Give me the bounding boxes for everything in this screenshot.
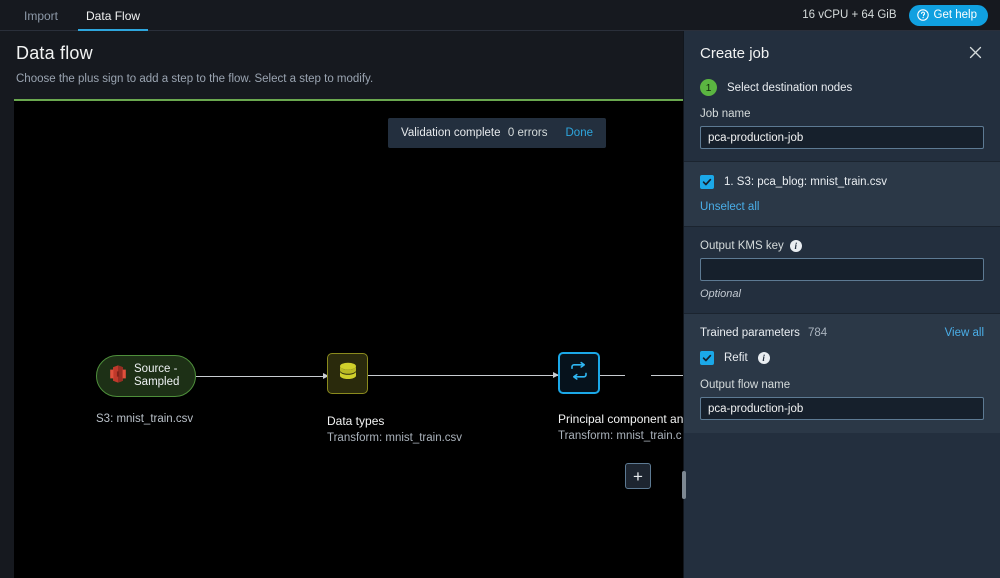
flow-node-data-types[interactable]: Data types Transform: mnist_train.csv bbox=[327, 353, 462, 444]
data-types-node-sub: Transform: mnist_train.csv bbox=[327, 432, 462, 444]
pca-node-sub: Transform: mnist_train.c bbox=[558, 430, 683, 442]
top-bar-right: 16 vCPU + 64 GiB Get help bbox=[802, 0, 1000, 30]
refit-checkbox[interactable] bbox=[700, 351, 714, 365]
job-name-label: Job name bbox=[700, 108, 984, 120]
panel-header: Create job bbox=[684, 31, 1000, 64]
database-stack-icon bbox=[337, 361, 359, 386]
tab-bar: Import Data Flow bbox=[10, 0, 154, 30]
kms-optional-note: Optional bbox=[700, 288, 984, 300]
output-flow-name-input[interactable] bbox=[700, 397, 984, 420]
page-title: Data flow bbox=[16, 43, 667, 64]
source-node-title: Source - Sampled bbox=[134, 363, 179, 390]
source-node-caption: S3: mnist_train.csv bbox=[96, 413, 193, 425]
page-subtitle: Choose the plus sign to add a step to th… bbox=[16, 73, 667, 85]
flow-node-source[interactable]: Source - Sampled S3: mnist_train.csv bbox=[96, 355, 196, 425]
panel-title: Create job bbox=[700, 45, 769, 62]
trained-parameters-row: Trained parameters 784 View all bbox=[700, 327, 984, 339]
panel-step-indicator: 1 Select destination nodes bbox=[684, 64, 1000, 96]
validation-toast: Validation complete 0 errors Done bbox=[388, 118, 606, 148]
tab-import-label: Import bbox=[24, 9, 58, 23]
info-icon[interactable]: i bbox=[790, 240, 802, 252]
instance-info: 16 vCPU + 64 GiB bbox=[802, 9, 896, 21]
refit-label: Refit bbox=[724, 352, 748, 364]
tab-data-flow[interactable]: Data Flow bbox=[72, 0, 154, 31]
destination-node-checkbox[interactable] bbox=[700, 175, 714, 189]
trained-parameters-section: Trained parameters 784 View all Refit i … bbox=[684, 314, 1000, 433]
create-job-panel: Create job 1 Select destination nodes Jo… bbox=[683, 31, 1000, 578]
trained-parameters-count: 784 bbox=[808, 327, 827, 339]
app-root: Import Data Flow 16 vCPU + 64 GiB Get he… bbox=[0, 0, 1000, 578]
panel-resize-handle[interactable] bbox=[682, 471, 686, 499]
kms-key-section: Output KMS key i Optional bbox=[684, 227, 1000, 313]
edge-add-trailing bbox=[651, 375, 683, 376]
add-step-button[interactable]: + bbox=[625, 463, 651, 489]
validation-message: Validation complete bbox=[401, 127, 501, 139]
output-flow-name-label: Output flow name bbox=[700, 379, 984, 391]
s3-bucket-icon bbox=[109, 364, 127, 389]
flow-node-pca[interactable] bbox=[558, 352, 600, 394]
destination-node-row[interactable]: 1. S3: pca_blog: mnist_train.csv bbox=[700, 175, 984, 189]
job-name-input[interactable] bbox=[700, 126, 984, 149]
job-name-section: Job name bbox=[684, 96, 1000, 161]
validation-error-count: 0 errors bbox=[508, 127, 548, 139]
refit-info-icon[interactable]: i bbox=[758, 352, 770, 364]
pca-node-labels: Principal component ana Transform: mnist… bbox=[558, 404, 683, 442]
view-all-link[interactable]: View all bbox=[945, 327, 984, 339]
validation-done-link[interactable]: Done bbox=[566, 127, 594, 139]
get-help-button[interactable]: Get help bbox=[909, 5, 988, 26]
kms-key-label: Output KMS key bbox=[700, 240, 784, 252]
transform-loop-icon bbox=[567, 360, 591, 387]
destination-node-label: 1. S3: pca_blog: mnist_train.csv bbox=[724, 176, 887, 188]
edge-source-to-datatypes bbox=[196, 376, 328, 377]
top-bar: Import Data Flow 16 vCPU + 64 GiB Get he… bbox=[0, 0, 1000, 31]
pca-node-name: Principal component ana bbox=[558, 412, 683, 426]
plus-icon: + bbox=[633, 468, 643, 485]
flow-canvas[interactable]: Validation complete 0 errors Done bbox=[14, 99, 683, 578]
kms-key-input[interactable] bbox=[700, 258, 984, 281]
edge-pca-to-add bbox=[600, 375, 625, 376]
page-header: Data flow Choose the plus sign to add a … bbox=[0, 31, 683, 85]
step-number-badge: 1 bbox=[700, 79, 717, 96]
step-label: Select destination nodes bbox=[727, 82, 852, 94]
source-node-title-line1: Source - bbox=[134, 363, 179, 377]
refit-row[interactable]: Refit i bbox=[700, 351, 984, 365]
data-types-node-name: Data types bbox=[327, 414, 384, 428]
tab-data-flow-label: Data Flow bbox=[86, 9, 140, 23]
source-node-title-line2: Sampled bbox=[134, 376, 179, 390]
close-icon[interactable] bbox=[965, 43, 986, 64]
destination-nodes-section: 1. S3: pca_blog: mnist_train.csv Unselec… bbox=[684, 162, 1000, 226]
get-help-label: Get help bbox=[934, 9, 977, 21]
pca-node-box[interactable] bbox=[558, 352, 600, 394]
source-node-box[interactable]: Source - Sampled bbox=[96, 355, 196, 397]
question-circle-icon bbox=[917, 9, 929, 21]
tab-import[interactable]: Import bbox=[10, 0, 72, 31]
trained-parameters-label: Trained parameters bbox=[700, 327, 800, 339]
unselect-all-link[interactable]: Unselect all bbox=[700, 201, 984, 213]
data-types-node-box[interactable] bbox=[327, 353, 368, 394]
kms-key-label-row: Output KMS key i bbox=[700, 240, 984, 252]
